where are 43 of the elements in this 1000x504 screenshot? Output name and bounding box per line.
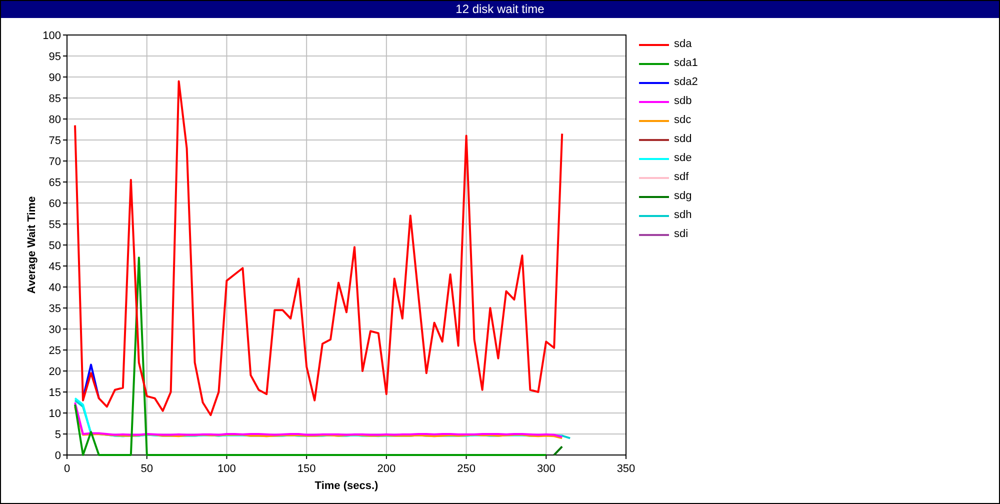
x-tick-label: 350 <box>616 463 636 475</box>
legend-label: sde <box>674 152 692 165</box>
y-tick-label: 25 <box>48 345 61 357</box>
legend-label: sda <box>674 38 692 51</box>
legend-label: sda2 <box>674 76 698 89</box>
x-tick-label: 0 <box>64 463 70 475</box>
y-tick-label: 30 <box>48 324 61 336</box>
y-tick-label: 80 <box>48 114 61 126</box>
y-tick-label: 50 <box>48 240 61 252</box>
y-tick-label: 70 <box>48 156 61 168</box>
x-tick-label: 100 <box>218 463 236 475</box>
y-tick-label: 65 <box>48 177 61 189</box>
y-tick-label: 35 <box>48 303 61 315</box>
y-tick-label: 55 <box>48 219 61 231</box>
x-tick-label: 50 <box>140 463 153 475</box>
chart-title: 12 disk wait time <box>1 1 999 18</box>
y-tick-label: 60 <box>48 198 61 210</box>
legend-label: sda1 <box>674 57 698 70</box>
legend-label: sdh <box>674 209 692 222</box>
x-tick-label: 200 <box>377 463 396 475</box>
legend-label: sdg <box>674 190 692 203</box>
legend-label: sdc <box>674 114 692 127</box>
y-tick-label: 90 <box>48 72 61 84</box>
y-tick-label: 85 <box>48 93 61 105</box>
x-tick-label: 300 <box>536 463 556 475</box>
y-tick-label: 15 <box>48 387 61 399</box>
x-axis-title: Time (secs.) <box>314 480 378 492</box>
legend-label: sdb <box>674 95 692 108</box>
y-tick-label: 20 <box>48 366 61 378</box>
y-tick-label: 0 <box>54 450 61 462</box>
y-tick-label: 5 <box>54 429 61 441</box>
y-tick-label: 40 <box>48 282 61 294</box>
legend-label: sdd <box>674 133 692 146</box>
y-tick-label: 10 <box>48 408 61 420</box>
x-tick-label: 150 <box>297 463 316 475</box>
x-tick-label: 250 <box>457 463 476 475</box>
y-tick-label: 75 <box>48 135 61 147</box>
legend-label: sdi <box>674 228 688 241</box>
y-tick-label: 45 <box>48 261 61 273</box>
legend-label: sdf <box>674 171 689 184</box>
y-tick-label: 100 <box>42 30 61 42</box>
y-axis-title: Average Wait Time <box>26 196 38 294</box>
y-tick-label: 95 <box>48 51 61 63</box>
